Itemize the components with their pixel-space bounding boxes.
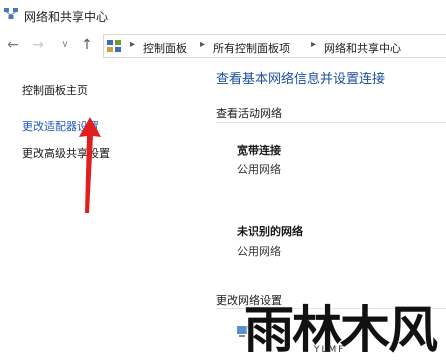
network-type[interactable]: 公用网络 <box>237 243 281 259</box>
title-bar: 网络和共享中心 <box>0 0 446 30</box>
control-panel-icon <box>107 40 121 52</box>
network-name: 宽带连接 <box>237 144 281 157</box>
red-arrow-icon <box>79 117 101 213</box>
recent-locations-chevron-icon[interactable]: ∨ <box>57 36 73 54</box>
up-arrow-icon[interactable]: ↑ <box>79 36 95 54</box>
window-title: 网络和共享中心 <box>24 10 109 24</box>
sidebar-item-control-panel-home[interactable]: 控制面板主页 <box>22 82 88 98</box>
back-arrow-icon[interactable]: ← <box>5 36 21 54</box>
address-bar[interactable]: ▸ 控制面板 ▸ 所有控制面板项 ▸ 网络和共享中心 <box>103 34 446 58</box>
breadcrumb-separator-icon[interactable]: ▸ <box>130 39 135 50</box>
breadcrumb-control-panel[interactable]: 控制面板 <box>143 40 187 56</box>
watermark-logo: 雨林木风 YLMF <box>234 292 446 360</box>
network-center-icon <box>4 8 18 19</box>
page-title: 查看基本网络信息并设置连接 <box>216 72 386 87</box>
navigation-bar: ← → ∨ ↑ ▸ 控制面板 ▸ 所有控制面板项 ▸ 网络和共享中心 <box>0 32 446 60</box>
watermark-subtext: YLMF <box>314 345 346 355</box>
forward-arrow-icon[interactable]: → <box>30 36 46 54</box>
network-name: 未识别的网络 <box>237 225 303 238</box>
network-type[interactable]: 公用网络 <box>237 161 281 177</box>
breadcrumb-all-items[interactable]: 所有控制面板项 <box>213 40 290 56</box>
breadcrumb-separator-icon[interactable]: ▸ <box>311 39 316 50</box>
active-networks-heading: 查看活动网络 <box>216 107 282 120</box>
section-divider <box>216 122 446 123</box>
breadcrumb-separator-icon[interactable]: ▸ <box>200 39 205 50</box>
breadcrumb-network-center[interactable]: 网络和共享中心 <box>324 40 401 56</box>
